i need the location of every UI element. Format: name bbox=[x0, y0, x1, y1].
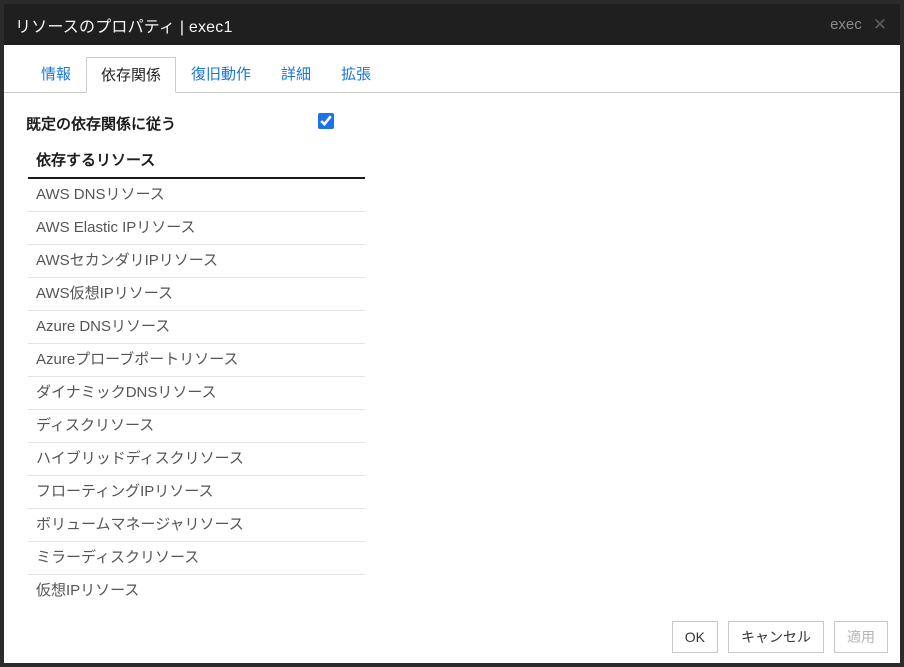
table-row: 仮想IPリソース bbox=[28, 575, 365, 607]
ok-button[interactable]: OK bbox=[672, 621, 718, 653]
dependent-resources-table: 依存するリソース AWS DNSリソース AWS Elastic IPリソース … bbox=[28, 145, 365, 607]
tab-recovery-operation[interactable]: 復旧動作 bbox=[176, 56, 266, 92]
tab-bar: 情報 依存関係 復旧動作 詳細 拡張 bbox=[4, 56, 900, 93]
table-row: ダイナミックDNSリソース bbox=[28, 377, 365, 410]
table-row: フローティングIPリソース bbox=[28, 476, 365, 509]
resource-properties-dialog: リソースのプロパティ | exec1 exec ✕ 情報 依存関係 復旧動作 詳… bbox=[0, 0, 904, 667]
dialog-titlebar: リソースのプロパティ | exec1 exec ✕ bbox=[4, 4, 900, 45]
titlebar-right-group: exec ✕ bbox=[830, 16, 887, 33]
table-row: AWS仮想IPリソース bbox=[28, 278, 365, 311]
follow-default-dependency-checkbox[interactable] bbox=[318, 113, 334, 129]
follow-default-dependency-row: 既定の依存関係に従う bbox=[26, 113, 900, 131]
table-row: Azure DNSリソース bbox=[28, 311, 365, 344]
apply-button[interactable]: 適用 bbox=[834, 621, 888, 653]
tab-info[interactable]: 情報 bbox=[26, 56, 86, 92]
table-row: AWS Elastic IPリソース bbox=[28, 212, 365, 245]
dependent-resources-header: 依存するリソース bbox=[28, 145, 365, 179]
follow-default-dependency-label: 既定の依存関係に従う bbox=[26, 116, 176, 133]
close-icon[interactable]: ✕ bbox=[873, 16, 887, 33]
resource-type-label: exec bbox=[830, 16, 862, 33]
cancel-button[interactable]: キャンセル bbox=[728, 621, 824, 653]
tab-details[interactable]: 詳細 bbox=[266, 56, 326, 92]
footer-button-bar: OK キャンセル 適用 bbox=[672, 621, 888, 653]
table-row: Azureプローブポートリソース bbox=[28, 344, 365, 377]
table-row: ミラーディスクリソース bbox=[28, 542, 365, 575]
table-row: ディスクリソース bbox=[28, 410, 365, 443]
table-row: ボリュームマネージャリソース bbox=[28, 509, 365, 542]
table-row: AWSセカンダリIPリソース bbox=[28, 245, 365, 278]
tab-dependency[interactable]: 依存関係 bbox=[86, 57, 176, 93]
tab-extension[interactable]: 拡張 bbox=[326, 56, 386, 92]
table-row: ハイブリッドディスクリソース bbox=[28, 443, 365, 476]
table-row: AWS DNSリソース bbox=[28, 179, 365, 212]
dialog-title: リソースのプロパティ | exec1 bbox=[15, 13, 830, 37]
